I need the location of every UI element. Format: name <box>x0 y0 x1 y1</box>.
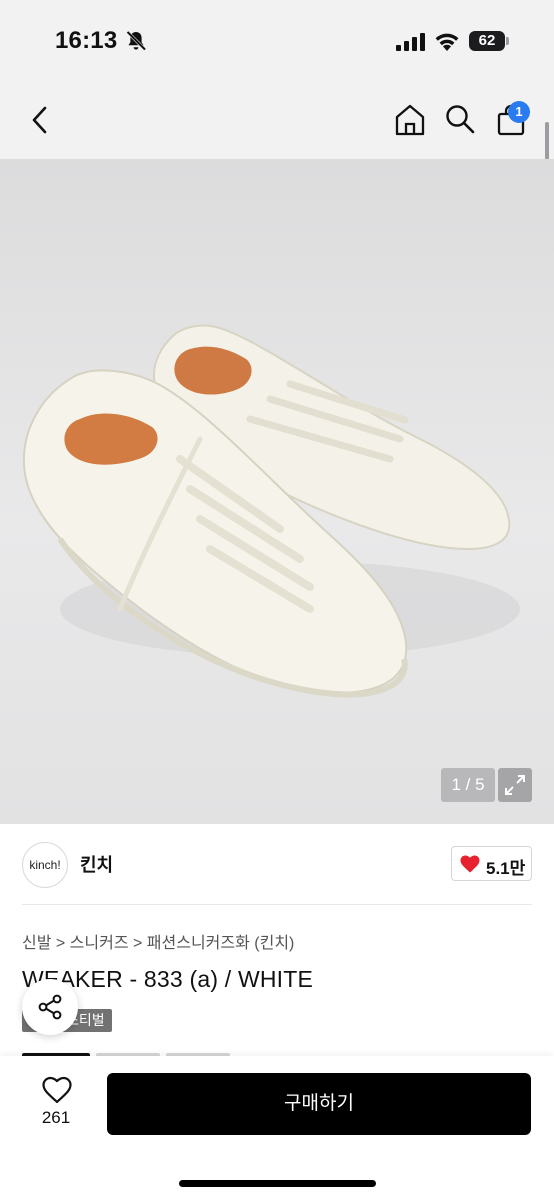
battery-cap <box>506 37 509 45</box>
expand-icon[interactable] <box>498 768 532 802</box>
battery-icon: 62 <box>469 31 505 51</box>
home-icon[interactable] <box>394 103 426 136</box>
share-button[interactable] <box>22 979 78 1035</box>
heart-filled-icon <box>460 855 480 873</box>
wifi-icon <box>435 33 459 51</box>
back-icon[interactable] <box>26 104 54 136</box>
cart-count-badge: 1 <box>508 101 530 123</box>
heart-outline-icon[interactable] <box>42 1076 72 1104</box>
brand-name[interactable]: 킨치 <box>80 851 113 877</box>
home-indicator <box>179 1180 376 1187</box>
status-time: 16:13 <box>55 27 118 54</box>
share-icon <box>38 994 62 1020</box>
breadcrumb[interactable]: 신발 > 스니커즈 > 패션스니커즈화 (킨치) <box>22 929 294 953</box>
wishlist-count: 261 <box>41 1108 71 1127</box>
divider <box>22 904 532 905</box>
image-counter: 1 / 5 <box>441 768 495 802</box>
bell-slash-icon <box>126 30 147 51</box>
brand-like-count: 5.1만 <box>486 859 526 878</box>
sneaker-illustration <box>22 324 520 698</box>
brand-like-button[interactable]: 5.1만 <box>451 846 532 881</box>
cellular-signal-icon <box>396 33 425 51</box>
buy-button[interactable]: 구매하기 <box>107 1073 531 1135</box>
product-image[interactable] <box>0 159 554 824</box>
search-icon[interactable] <box>444 103 476 135</box>
brand-logo[interactable]: kinch! <box>22 842 68 888</box>
